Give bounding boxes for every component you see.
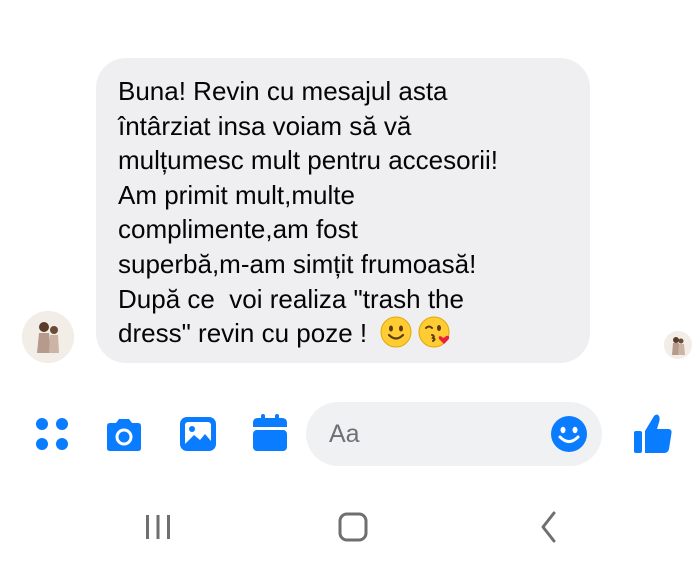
menu-dots-icon[interactable] — [33, 415, 71, 453]
face-blowing-a-kiss-emoji — [418, 316, 452, 357]
read-receipt-avatar — [664, 331, 692, 359]
message-line: superbă,m-am simțit frumoasă! — [118, 248, 477, 279]
message-line: După ce voi realiza "trash the — [118, 283, 464, 314]
contact-avatar[interactable] — [22, 311, 74, 363]
message-bubble[interactable]: Buna! Revin cu mesajul asta întârziat in… — [96, 58, 590, 363]
message-input-placeholder: Aa — [329, 420, 360, 448]
message-line: Am primit mult,multe — [118, 179, 355, 210]
gallery-icon[interactable] — [178, 415, 218, 453]
message-line-text: dress" revin cu poze ! — [118, 318, 375, 349]
message-line: întârziat insa voiam să vă — [118, 110, 412, 141]
home-icon[interactable] — [337, 511, 369, 543]
message-last-line: dress" revin cu poze ! — [118, 316, 570, 357]
message-line: complimente,am fost — [118, 214, 358, 245]
message-line: mulțumesc mult pentru accesorii! — [118, 145, 499, 176]
back-icon[interactable] — [536, 510, 562, 544]
message-line: Buna! Revin cu mesajul asta — [118, 76, 448, 106]
emoji-icon[interactable] — [550, 415, 588, 453]
camera-icon[interactable] — [103, 417, 145, 453]
thumbs-up-icon[interactable] — [633, 413, 673, 455]
slightly-smiling-face-emoji — [380, 316, 412, 357]
calendar-icon[interactable] — [250, 413, 290, 453]
recent-apps-icon[interactable] — [144, 513, 172, 541]
